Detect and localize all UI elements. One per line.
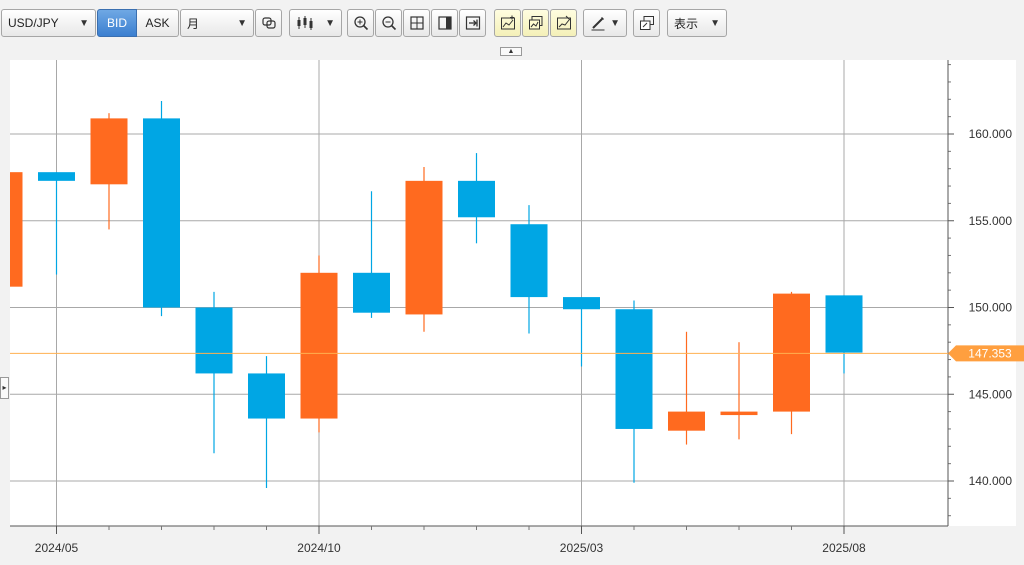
scroll-end-button[interactable] bbox=[459, 9, 486, 37]
y-tick-label: 145.000 bbox=[969, 387, 1013, 401]
candle-body bbox=[825, 295, 863, 353]
link-button[interactable] bbox=[255, 9, 282, 37]
y-tick-label: 140.000 bbox=[969, 474, 1013, 488]
scroll-end-icon bbox=[465, 16, 480, 30]
new-window-button[interactable] bbox=[633, 9, 660, 37]
x-tick-label: 2024/05 bbox=[35, 541, 79, 555]
zoom-out-icon bbox=[381, 16, 396, 31]
collapse-toolbar-button[interactable]: ▲ bbox=[500, 47, 522, 56]
candle-body bbox=[143, 118, 180, 308]
y-tick-label: 155.000 bbox=[969, 214, 1013, 228]
candle-body bbox=[248, 373, 285, 419]
candle-body bbox=[195, 307, 233, 374]
zoom-in-button[interactable] bbox=[347, 9, 374, 37]
candlestick-chart[interactable]: 140.000 145.000 150.000 155.000 160.000 2024/… bbox=[0, 56, 1024, 560]
candle-body bbox=[668, 411, 705, 431]
expand-panel-handle[interactable]: ▸ bbox=[0, 377, 9, 399]
chart-toolbar: USD/JPY ▼ BID ASK 月 ▼ ▼ ▼ 表示 ▼ bbox=[0, 0, 1024, 44]
candle-body bbox=[458, 180, 495, 218]
y-tick-label: 150.000 bbox=[969, 301, 1013, 315]
chart-type-select[interactable]: ▼ bbox=[289, 9, 342, 37]
trend-icon bbox=[556, 15, 571, 30]
ask-button[interactable]: ASK bbox=[137, 9, 179, 37]
candlestick-icon bbox=[297, 16, 313, 30]
chevron-down-icon: ▼ bbox=[610, 17, 620, 29]
chart-layers-icon bbox=[528, 16, 542, 30]
candle-body bbox=[563, 297, 600, 310]
candle-body bbox=[773, 293, 810, 412]
x-tick-label: 2025/03 bbox=[560, 541, 604, 555]
candle-body bbox=[720, 411, 758, 416]
chart-layers-button[interactable] bbox=[522, 9, 549, 37]
chevron-down-icon: ▼ bbox=[710, 17, 720, 29]
candle-body bbox=[615, 309, 653, 429]
zoom-out-button[interactable] bbox=[375, 9, 402, 37]
candle-body bbox=[510, 224, 548, 298]
add-indicator-icon bbox=[500, 15, 515, 30]
bid-ask-toggle: BID ASK bbox=[97, 9, 179, 37]
panel-button[interactable] bbox=[431, 9, 458, 37]
chart-area: 140.000 145.000 150.000 155.000 160.000 2024/… bbox=[0, 56, 1024, 560]
chevron-down-icon: ▼ bbox=[325, 17, 335, 29]
symbol-select[interactable]: USD/JPY ▼ bbox=[1, 9, 96, 37]
x-tick-label: 2024/10 bbox=[297, 541, 341, 555]
bid-button[interactable]: BID bbox=[97, 9, 137, 37]
current-price-label: 147.353 bbox=[968, 346, 1012, 360]
panel-icon bbox=[437, 16, 452, 30]
candle-body bbox=[353, 272, 390, 313]
candle-body bbox=[38, 172, 75, 181]
chevron-down-icon: ▼ bbox=[79, 17, 89, 29]
symbol-value: USD/JPY bbox=[8, 16, 59, 30]
chevron-down-icon: ▼ bbox=[237, 17, 247, 29]
x-tick-label: 2025/08 bbox=[822, 541, 866, 555]
display-menu-button[interactable]: 表示 ▼ bbox=[667, 9, 727, 37]
link-icon bbox=[261, 17, 276, 29]
candle-body bbox=[300, 272, 338, 419]
drawing-tool-select[interactable]: ▼ bbox=[583, 9, 627, 37]
drawing-tool-icon bbox=[591, 17, 605, 31]
candle-body bbox=[405, 180, 443, 315]
timeframe-select[interactable]: 月 ▼ bbox=[180, 9, 254, 37]
trend-button[interactable] bbox=[550, 9, 577, 37]
timeframe-value: 月 bbox=[187, 16, 200, 31]
add-indicator-button[interactable] bbox=[494, 9, 521, 37]
display-label: 表示 bbox=[674, 16, 699, 31]
candle-body bbox=[90, 118, 128, 185]
fit-icon bbox=[409, 16, 424, 30]
fit-button[interactable] bbox=[403, 9, 430, 37]
new-window-icon bbox=[639, 16, 654, 30]
zoom-in-icon bbox=[353, 16, 368, 31]
y-tick-label: 160.000 bbox=[969, 127, 1013, 141]
